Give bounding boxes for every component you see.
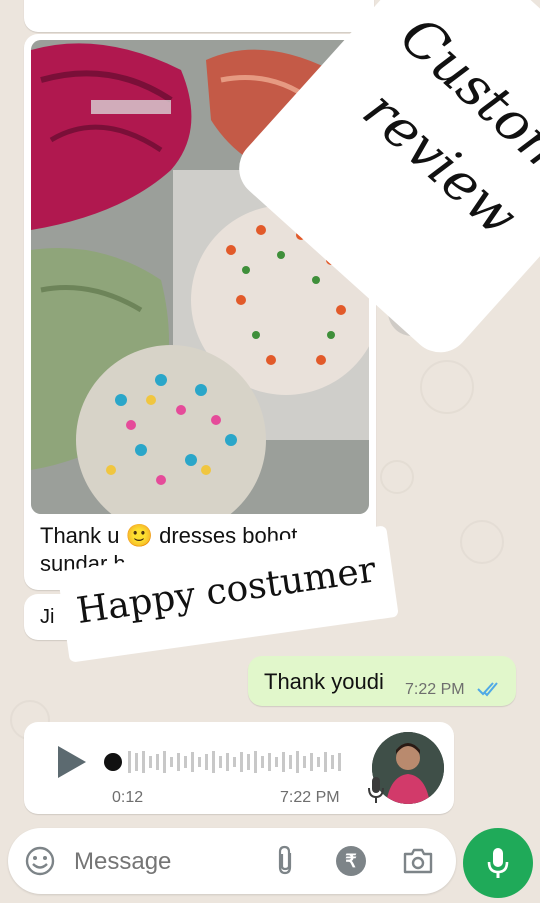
message-composer[interactable]: ₹: [8, 828, 456, 894]
voice-progress-dot[interactable]: [104, 753, 122, 771]
sent-message-text: Thank youdi: [264, 669, 384, 694]
voice-time: 7:22 PM: [280, 789, 340, 806]
mic-icon: [487, 848, 509, 878]
rupee-symbol: ₹: [345, 850, 357, 871]
sent-message-bubble[interactable]: Thank youdi 7:22 PM: [248, 656, 516, 706]
voice-duration: 0:12: [112, 789, 144, 806]
voice-waveform: [128, 751, 341, 773]
voice-message-bubble[interactable]: 0:12 7:22 PM: [24, 722, 454, 814]
ji-message-text: Ji: [40, 606, 55, 628]
play-icon[interactable]: [56, 744, 88, 780]
happy-customer-text: Happy costumer: [74, 549, 379, 632]
previous-message-bubble[interactable]: [24, 0, 374, 32]
voice-mic-icon: [368, 777, 384, 803]
sent-message-time: 7:22 PM: [405, 681, 465, 698]
mic-button[interactable]: [463, 828, 533, 898]
read-ticks-icon: [477, 682, 498, 697]
attach-icon[interactable]: [276, 845, 296, 877]
rupee-icon[interactable]: ₹: [336, 846, 366, 876]
message-input[interactable]: [72, 842, 256, 882]
emoji-icon[interactable]: [24, 845, 56, 877]
camera-icon[interactable]: [402, 847, 434, 875]
